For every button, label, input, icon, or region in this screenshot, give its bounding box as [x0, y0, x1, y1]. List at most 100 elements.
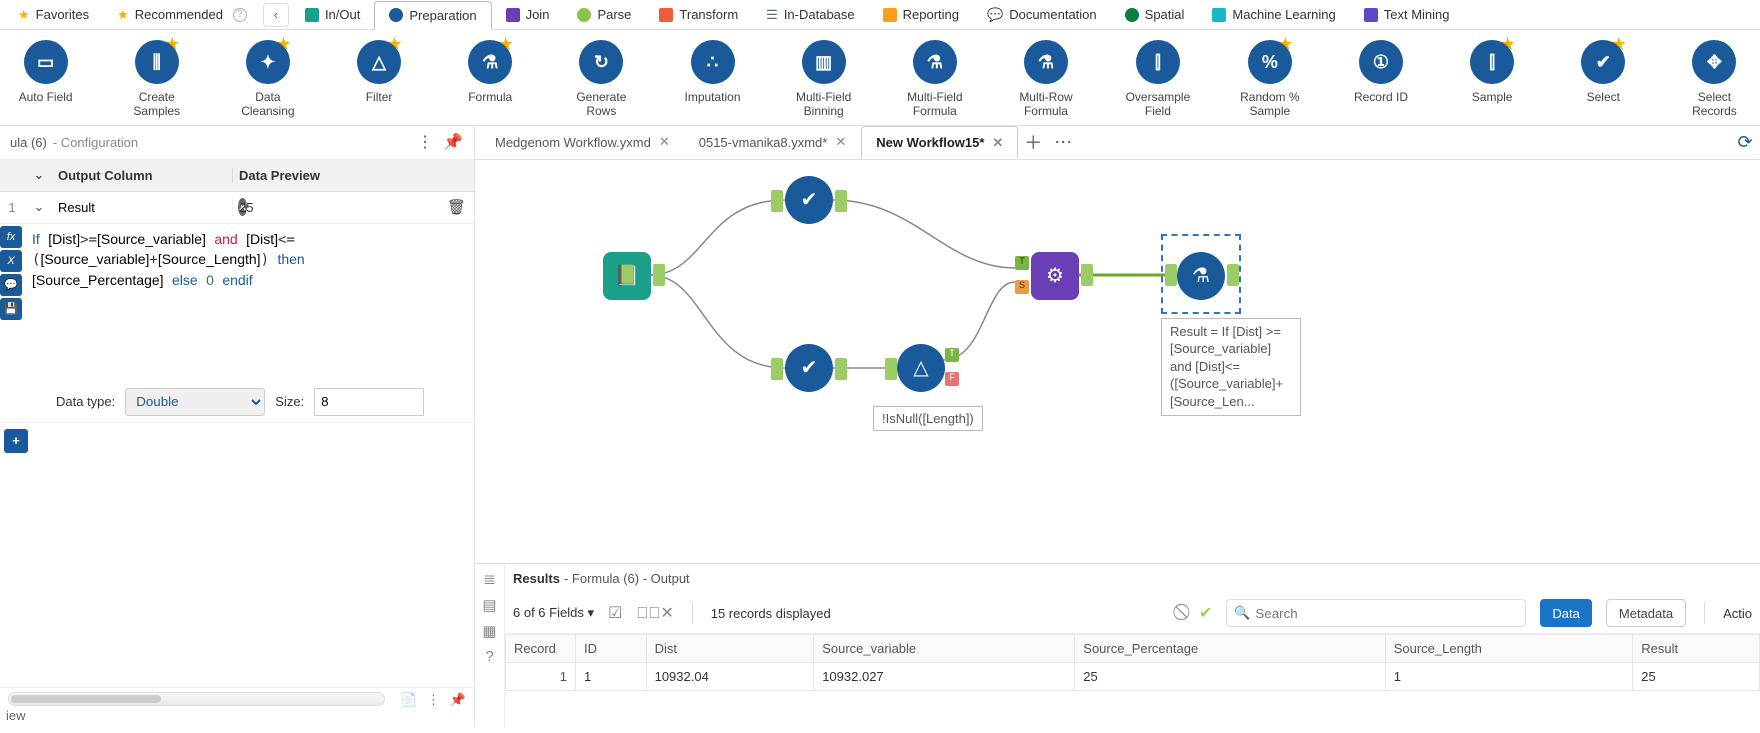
close-icon[interactable]: ✕ [659, 134, 670, 150]
message-icon[interactable]: 💬 [0, 274, 22, 296]
tab-in-out[interactable]: In/Out [291, 0, 374, 29]
workflow-canvas[interactable]: 📗 ✔ ✔ △ T F !IsNull([Length]) T S ⚙ [475, 160, 1760, 563]
nav-left-button[interactable]: ‹ [263, 3, 289, 27]
ok-icon[interactable]: ✔ [1199, 603, 1212, 623]
horizontal-scrollbar[interactable] [8, 692, 385, 706]
output-port[interactable] [653, 264, 665, 286]
tool-select[interactable]: ★✔Select [1572, 40, 1635, 119]
input-port[interactable] [771, 358, 783, 380]
col-dist[interactable]: Dist [646, 634, 814, 662]
tool-filter[interactable]: ★△Filter [347, 40, 410, 119]
output-port[interactable] [1081, 264, 1093, 286]
variable-icon[interactable]: X [0, 250, 22, 272]
tab-transform[interactable]: Transform [645, 0, 752, 29]
false-port[interactable]: F [945, 372, 959, 386]
select-all-icon[interactable]: ☑ [608, 603, 622, 623]
tool-multi-row-formula[interactable]: ⚗Multi-Row Formula [1014, 40, 1077, 119]
metadata-button[interactable]: Metadata [1606, 599, 1686, 627]
help-icon[interactable]: ? [485, 648, 493, 665]
trash-icon[interactable]: 🗑 [447, 198, 466, 216]
doc-tab-0515[interactable]: 0515-vmanika8.yxmd* ✕ [685, 126, 862, 159]
chevron-down-icon[interactable]: ⌄ [24, 167, 54, 183]
pin-icon[interactable]: 📌 [442, 131, 464, 153]
tab-favorites[interactable]: ★ Favorites [4, 0, 103, 29]
tool-select-records[interactable]: ✥Select Records [1683, 40, 1746, 119]
deselect-icon[interactable]: �⃞✕ [636, 603, 673, 623]
tab-text-mining[interactable]: Text Mining [1350, 0, 1464, 29]
pin-icon[interactable]: 📌 [450, 692, 466, 708]
col-source_percentage[interactable]: Source_Percentage [1075, 634, 1385, 662]
search-input[interactable] [1226, 599, 1526, 627]
col-result[interactable]: Result [1633, 634, 1760, 662]
tab-machine-learning[interactable]: Machine Learning [1198, 0, 1349, 29]
output-port[interactable] [1227, 264, 1239, 286]
results-table[interactable]: RecordIDDistSource_variableSource_Percen… [505, 634, 1760, 691]
input-port-t[interactable]: T [1015, 256, 1029, 270]
select-tool-node-bottom[interactable]: ✔ [785, 344, 833, 392]
tool-data-cleansing[interactable]: ★✦Data Cleansing [236, 40, 299, 119]
true-port[interactable]: T [945, 348, 959, 362]
tool-random-sample[interactable]: ★%Random % Sample [1238, 40, 1301, 119]
actions-button[interactable]: Actio [1723, 606, 1752, 621]
input-port[interactable] [1165, 264, 1177, 286]
list-icon[interactable]: ≣ [483, 570, 496, 588]
add-button[interactable]: + [4, 429, 28, 453]
tool-multi-field-formula[interactable]: ⚗Multi-Field Formula [903, 40, 966, 119]
tool-create-samples[interactable]: ★⫼Create Samples [125, 40, 188, 119]
input-tool-node[interactable]: 📗 [603, 252, 651, 300]
col-id[interactable]: ID [576, 634, 647, 662]
formula-text[interactable]: If [Dist]>=[Source_variable] and [Dist]<… [24, 224, 474, 382]
tool-formula[interactable]: ★⚗Formula [459, 40, 522, 119]
tab-join[interactable]: Join [492, 0, 564, 29]
tab-spatial[interactable]: Spatial [1111, 0, 1199, 29]
input-port[interactable] [885, 358, 897, 380]
input-port-s[interactable]: S [1015, 280, 1029, 294]
doc-tab-medgenom[interactable]: Medgenom Workflow.yxmd ✕ [481, 126, 685, 159]
map-icon[interactable]: ▦ [482, 622, 496, 640]
tab-in-database[interactable]: ☰ In-Database [752, 0, 868, 29]
save-icon[interactable]: 💾 [0, 298, 22, 320]
tool-sample[interactable]: ★⫿Sample [1461, 40, 1524, 119]
grid-icon[interactable]: ▤ [482, 596, 496, 614]
close-icon[interactable]: ✕ [992, 135, 1003, 151]
data-type-select[interactable]: Double [125, 388, 265, 416]
refresh-icon[interactable]: ⟳ [1730, 132, 1760, 153]
col-record[interactable]: Record [506, 634, 576, 662]
tool-multi-field-binning[interactable]: ▥Multi-Field Binning [792, 40, 855, 119]
input-port[interactable] [771, 190, 783, 212]
output-port[interactable] [835, 358, 847, 380]
list-icon[interactable]: 📄 [401, 692, 417, 708]
tab-reporting[interactable]: Reporting [869, 0, 973, 29]
join-tool-node[interactable]: ⚙ [1031, 252, 1079, 300]
doc-tab-new-workflow[interactable]: New Workflow15* ✕ [861, 126, 1018, 159]
filter-tool-node[interactable]: △ [897, 344, 945, 392]
select-tool-node-top[interactable]: ✔ [785, 176, 833, 224]
tab-overflow-button[interactable]: ⋯ [1048, 132, 1078, 153]
col-source_length[interactable]: Source_Length [1385, 634, 1633, 662]
close-icon[interactable]: ✕ [835, 134, 846, 150]
col-source_variable[interactable]: Source_variable [814, 634, 1075, 662]
size-input[interactable] [314, 388, 424, 416]
tool-record-id[interactable]: ①Record ID [1349, 40, 1412, 119]
formula-tool-node[interactable]: ⚗ [1177, 252, 1225, 300]
tool-imputation[interactable]: ∴Imputation [681, 40, 744, 119]
settings-icon[interactable]: ⋮ [427, 692, 440, 708]
chevron-down-icon[interactable]: ⌄ [24, 199, 54, 215]
fields-selector[interactable]: 6 of 6 Fields ▾ [513, 605, 594, 621]
tab-documentation[interactable]: 💬 Documentation [973, 0, 1111, 29]
tool-generate-rows[interactable]: ↻Generate Rows [570, 40, 633, 119]
tool-oversample-field[interactable]: ⫿Oversample Field [1126, 40, 1191, 119]
tab-recommended[interactable]: ★ Recommended ? [103, 0, 261, 29]
output-port[interactable] [835, 190, 847, 212]
tab-preparation[interactable]: Preparation [374, 1, 491, 30]
tab-parse[interactable]: Parse [563, 0, 645, 29]
table-row[interactable]: 1110932.0410932.02725125 [506, 662, 1760, 690]
tab-label: Medgenom Workflow.yxmd [495, 135, 651, 150]
fx-icon[interactable]: fx [0, 226, 22, 248]
output-column-input[interactable] [58, 200, 234, 215]
more-icon[interactable]: ⋮ [414, 131, 436, 153]
help-icon[interactable]: ? [233, 8, 247, 22]
new-tab-button[interactable]: ＋ [1018, 129, 1048, 155]
tool-auto-field[interactable]: ▭Auto Field [14, 40, 77, 119]
data-button[interactable]: Data [1540, 599, 1591, 627]
